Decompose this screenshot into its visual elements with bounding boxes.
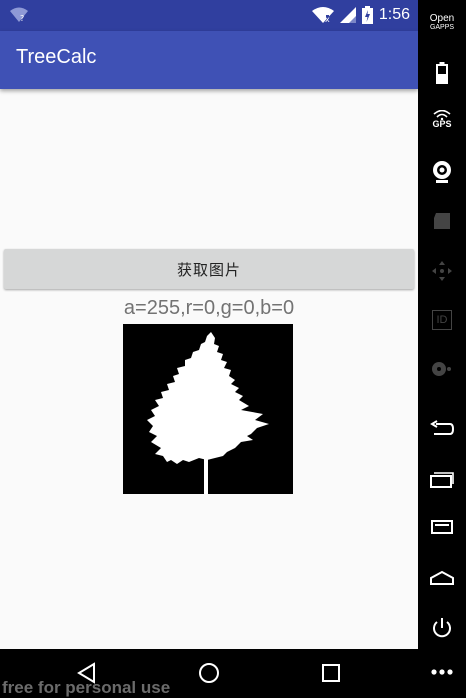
power-icon[interactable] [418,616,466,640]
status-bar: ? x 1:56 [0,0,418,31]
clapperboard-icon[interactable] [418,212,466,230]
phone-screen: ? x 1:56 TreeCalc 获取图片 a=255,r=0,g=0,b=0 [0,0,418,698]
battery-icon[interactable] [418,62,466,84]
status-time: 1:56 [378,6,410,23]
main-content: 获取图片 a=255,r=0,g=0,b=0 [0,89,418,649]
back-icon[interactable] [418,420,466,438]
disk-icon[interactable] [418,360,466,378]
webcam-icon[interactable] [418,160,466,184]
open-gapps-logo[interactable]: Open GAPPS [418,14,466,32]
signal-icon [339,7,356,23]
more-icon[interactable] [418,668,466,676]
wifi-question-icon: ? [10,7,28,23]
move-icon[interactable] [418,260,466,282]
svg-text:?: ? [20,14,24,23]
wifi-icon: x [311,7,334,23]
recents-icon[interactable] [418,472,466,488]
emulator-side-panel: Open GAPPS GPS ID [418,0,466,698]
rgba-readout: a=255,r=0,g=0,b=0 [123,297,295,319]
gps-icon[interactable]: GPS [418,110,466,129]
app-title: TreeCalc [16,46,97,68]
battery-charging-icon [361,6,373,24]
app-bar: TreeCalc [0,31,418,89]
get-image-button[interactable]: 获取图片 [4,249,414,289]
tree-silhouette-icon [123,324,293,494]
watermark-text: free for personal use [2,678,171,697]
recents-square-icon[interactable] [319,661,343,685]
home-circle-icon[interactable] [197,661,221,685]
home-icon[interactable] [418,570,466,586]
menu-icon[interactable] [418,520,466,534]
id-icon[interactable]: ID [418,310,466,330]
tree-image [123,324,293,494]
svg-text:x: x [325,15,330,23]
